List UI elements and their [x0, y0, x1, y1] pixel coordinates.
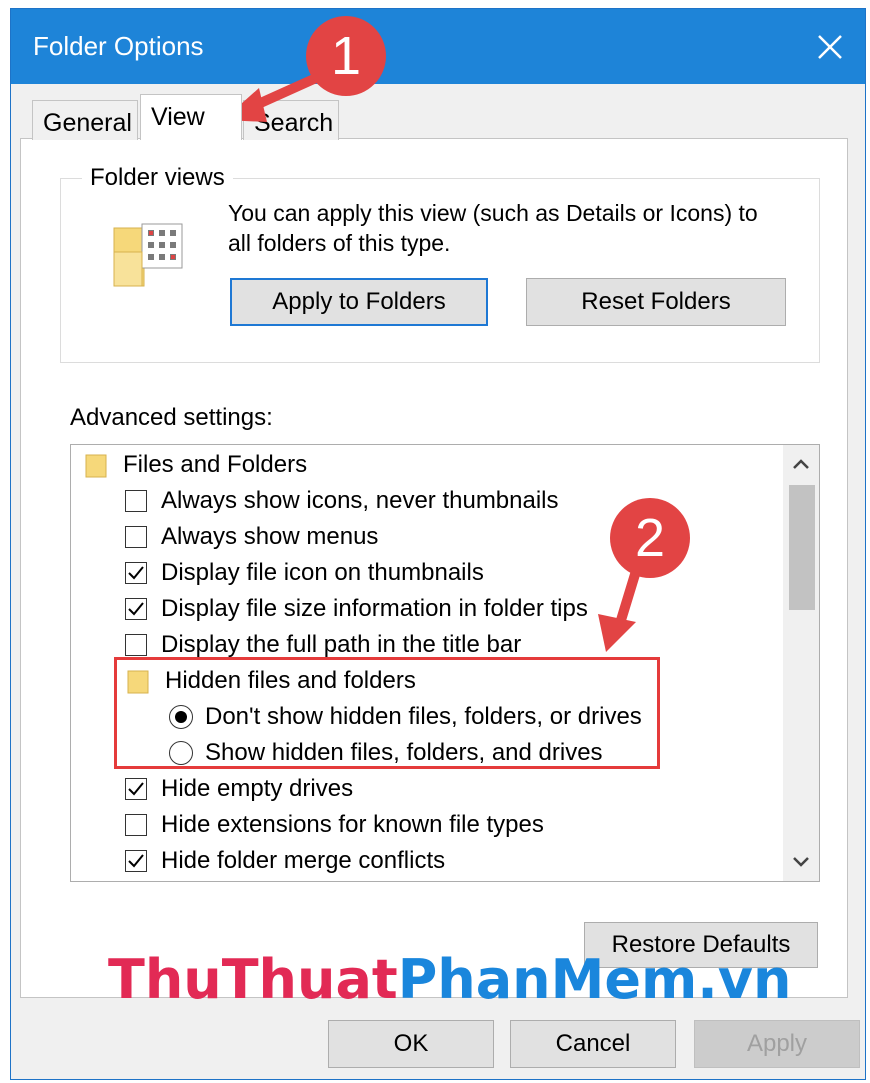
checkbox[interactable]	[125, 634, 147, 656]
list-item[interactable]: Hide extensions for known file types	[125, 807, 544, 843]
checkbox[interactable]	[125, 526, 147, 548]
checkbox-checked[interactable]	[125, 562, 147, 584]
list-item[interactable]: Hide empty drives	[125, 771, 353, 807]
checkmark-icon	[128, 566, 144, 580]
chevron-down-icon[interactable]	[792, 855, 810, 869]
tab-view-label: View	[151, 103, 205, 131]
list-item-label: Always show icons, never thumbnails	[161, 487, 559, 514]
cancel-button[interactable]: Cancel	[510, 1020, 676, 1068]
list-item-label: Display file size information in folder …	[161, 595, 588, 622]
folder-views-description: You can apply this view (such as Details…	[228, 198, 808, 258]
list-item-label: Hide extensions for known file types	[161, 811, 544, 838]
checkbox[interactable]	[125, 814, 147, 836]
list-item-label: Display the full path in the title bar	[161, 631, 522, 658]
checkbox-checked[interactable]	[125, 778, 147, 800]
list-item-label: Files and Folders	[123, 451, 308, 478]
close-icon	[818, 34, 842, 59]
description-line-2: all folders of this type.	[228, 230, 451, 256]
checkbox-checked[interactable]	[125, 598, 147, 620]
list-item[interactable]: Always show menus	[125, 519, 378, 555]
watermark-part-3: .vn	[697, 948, 792, 1011]
checkbox[interactable]	[125, 490, 147, 512]
checkbox-checked[interactable]	[125, 850, 147, 872]
checkmark-icon	[128, 854, 144, 868]
list-item-files-and-folders: Files and Folders	[85, 447, 307, 483]
window-title: Folder Options	[33, 31, 204, 61]
apply-to-folders-button[interactable]: Apply to Folders	[230, 278, 488, 326]
scrollbar[interactable]	[783, 445, 819, 881]
list-item[interactable]: Display file icon on thumbnails	[125, 555, 484, 591]
list-item-label: Display file icon on thumbnails	[161, 559, 484, 586]
ok-button[interactable]: OK	[328, 1020, 494, 1068]
advanced-settings-label: Advanced settings:	[70, 404, 273, 431]
list-item[interactable]: Hide folder merge conflicts	[125, 843, 445, 879]
title-bar: Folder Options	[11, 9, 865, 84]
apply-button[interactable]: Apply	[694, 1020, 860, 1068]
folder-icon	[85, 454, 107, 478]
folder-views-legend: Folder views	[82, 164, 233, 192]
scrollbar-thumb[interactable]	[789, 485, 815, 610]
chevron-up-icon[interactable]	[792, 457, 810, 471]
checkmark-icon	[128, 602, 144, 616]
list-item-label: Always show menus	[161, 523, 379, 550]
checkmark-icon	[128, 782, 144, 796]
watermark: ThuThuatPhanMem.vn	[108, 948, 791, 1011]
tab-general[interactable]: General	[32, 100, 138, 140]
description-line-1: You can apply this view (such as Details…	[228, 200, 758, 226]
list-item[interactable]: Always show icons, never thumbnails	[125, 483, 559, 519]
watermark-part-1: ThuThuat	[108, 948, 398, 1011]
close-button[interactable]	[795, 9, 865, 84]
annotation-step-2: 2	[610, 498, 690, 578]
list-item[interactable]: Display file size information in folder …	[125, 591, 588, 627]
watermark-part-2: PhanMem	[397, 948, 698, 1011]
reset-folders-button[interactable]: Reset Folders	[526, 278, 786, 326]
tab-view[interactable]: View	[140, 94, 242, 140]
hidden-files-highlight-box	[114, 657, 660, 769]
list-item-label: Hide folder merge conflicts	[161, 847, 446, 874]
folder-views-icon	[113, 223, 183, 287]
tab-general-label: General	[43, 109, 132, 137]
annotation-step-1: 1	[306, 16, 386, 96]
list-item-label: Hide empty drives	[161, 775, 354, 802]
